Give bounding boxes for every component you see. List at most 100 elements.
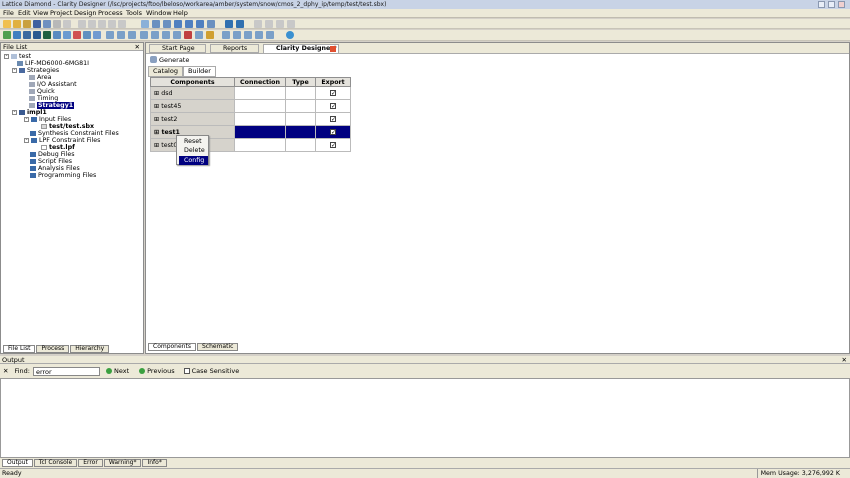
maximize-button[interactable]: [828, 1, 835, 8]
undo-icon[interactable]: [98, 20, 106, 28]
find-icon[interactable]: [118, 20, 126, 28]
tab-output[interactable]: Output: [2, 459, 33, 467]
tree-strategies[interactable]: - Strategies: [12, 67, 59, 74]
menu-help[interactable]: Help: [173, 9, 188, 18]
col-connection[interactable]: Connection: [234, 77, 286, 87]
tree-strategy-timing[interactable]: Timing: [29, 95, 58, 102]
tab-error[interactable]: Error: [78, 459, 103, 467]
open-folder-icon[interactable]: [13, 20, 21, 28]
close-output-icon[interactable]: ✕: [842, 356, 847, 364]
zoom-out-icon[interactable]: [185, 20, 193, 28]
bitstream-icon[interactable]: [43, 31, 51, 39]
export-checkbox[interactable]: ✓: [330, 115, 336, 122]
tab-start-page[interactable]: Start Page: [149, 44, 206, 53]
tool-icon-d[interactable]: [173, 31, 181, 39]
tree-root[interactable]: - test: [4, 53, 31, 60]
minimize-button[interactable]: [818, 1, 825, 8]
menu-project[interactable]: Project: [50, 9, 72, 18]
tree-strategy-area[interactable]: Area: [29, 74, 52, 81]
zoom-in-icon[interactable]: [174, 20, 182, 28]
collapse-icon[interactable]: -: [24, 138, 29, 143]
tree-strategy-1[interactable]: Strategy1: [29, 102, 75, 109]
redo-icon[interactable]: [108, 20, 116, 28]
tool-icon-b[interactable]: [151, 31, 159, 39]
tool-icon-a[interactable]: [140, 31, 148, 39]
zoom-fit-icon[interactable]: [196, 20, 204, 28]
tool-icon-l[interactable]: [266, 31, 274, 39]
tab-file-list[interactable]: File List: [3, 345, 36, 353]
new-project-icon[interactable]: [3, 20, 11, 28]
tree-lpf-constraint[interactable]: - LPF Constraint Files: [24, 137, 100, 144]
tab-schematic[interactable]: Schematic: [196, 343, 239, 351]
type-cell[interactable]: [285, 138, 316, 152]
case-sensitive-checkbox[interactable]: [183, 368, 190, 374]
tree-analysis[interactable]: Analysis Files: [30, 165, 80, 172]
tree-strategy-quick[interactable]: Quick: [29, 88, 55, 95]
export-checkbox[interactable]: ✓: [330, 102, 336, 109]
type-cell[interactable]: [285, 99, 316, 113]
table-row[interactable]: ⊞ test45 ✓: [150, 99, 351, 113]
power-icon[interactable]: [128, 31, 136, 39]
save-all-icon[interactable]: [43, 20, 51, 28]
tool-icon-h[interactable]: [222, 31, 230, 39]
menu-design[interactable]: Design: [74, 9, 96, 18]
cut-icon[interactable]: [63, 20, 71, 28]
connection-cell[interactable]: [234, 125, 286, 139]
table-row[interactable]: ⊞ dsd ✓: [150, 86, 351, 100]
tree-strategy-io[interactable]: I/O Assistant: [29, 81, 77, 88]
type-cell[interactable]: [285, 125, 316, 139]
netlist-icon[interactable]: [93, 31, 101, 39]
spreadsheet-icon[interactable]: [83, 31, 91, 39]
tool-icon-g[interactable]: [206, 31, 214, 39]
col-export[interactable]: Export: [315, 77, 351, 87]
synthesize-icon[interactable]: [13, 31, 21, 39]
connection-cell[interactable]: [234, 112, 286, 126]
tab-info[interactable]: Info*: [142, 459, 167, 467]
open-icon[interactable]: [23, 20, 31, 28]
tab-hierarchy[interactable]: Hierarchy: [70, 345, 110, 353]
menu-tools[interactable]: Tools: [126, 9, 142, 18]
close-panel-icon[interactable]: ✕: [135, 43, 140, 51]
component-cell[interactable]: ⊞ test2: [150, 112, 235, 126]
layout-icon[interactable]: [225, 20, 233, 28]
close-find-icon[interactable]: ✕: [3, 367, 8, 375]
find-input[interactable]: error: [32, 366, 100, 376]
tree-device[interactable]: LIF-MD6000-6MG81I: [17, 60, 89, 67]
next-button[interactable]: Next: [114, 367, 129, 375]
physical-view-icon[interactable]: [117, 31, 125, 39]
tree-debug[interactable]: Debug Files: [30, 151, 75, 158]
timing-icon[interactable]: [73, 31, 81, 39]
paste-icon[interactable]: [88, 20, 96, 28]
view-icon[interactable]: [236, 20, 244, 28]
connection-cell[interactable]: [234, 99, 286, 113]
close-button[interactable]: [838, 1, 845, 8]
type-cell[interactable]: [285, 112, 316, 126]
tree-programming[interactable]: Programming Files: [30, 172, 96, 179]
toolbar-icon-a[interactable]: [254, 20, 262, 28]
generate-button[interactable]: Generate: [150, 55, 189, 64]
collapse-icon[interactable]: -: [12, 68, 17, 73]
table-row[interactable]: ⊞ test2 ✓: [150, 112, 351, 126]
component-cell[interactable]: ⊞ dsd: [150, 86, 235, 100]
collapse-icon[interactable]: -: [24, 117, 29, 122]
tab-process[interactable]: Process: [36, 345, 70, 353]
table-icon[interactable]: [163, 20, 171, 28]
component-cell[interactable]: ⊞ test45: [150, 99, 235, 113]
tree-lpf-file[interactable]: test.lpf: [41, 144, 75, 151]
tab-clarity-designer[interactable]: Clarity Designer*: [263, 44, 339, 53]
tree-sbx-file[interactable]: test/test.sbx: [41, 123, 94, 130]
menu-view[interactable]: View: [33, 9, 48, 18]
floorplan-icon[interactable]: [106, 31, 114, 39]
tool-icon-c[interactable]: [162, 31, 170, 39]
output-console[interactable]: [0, 378, 850, 458]
map-icon[interactable]: [23, 31, 31, 39]
menu-item-reset[interactable]: Reset: [179, 137, 208, 146]
reveal-icon[interactable]: [63, 31, 71, 39]
menu-item-config[interactable]: Config: [179, 156, 208, 165]
menu-edit[interactable]: Edit: [18, 9, 31, 18]
tool-icon-i[interactable]: [233, 31, 241, 39]
print-icon[interactable]: [53, 20, 61, 28]
tab-reports[interactable]: Reports: [210, 44, 259, 53]
tab-warning[interactable]: Warning*: [103, 459, 142, 467]
copy-icon[interactable]: [78, 20, 86, 28]
